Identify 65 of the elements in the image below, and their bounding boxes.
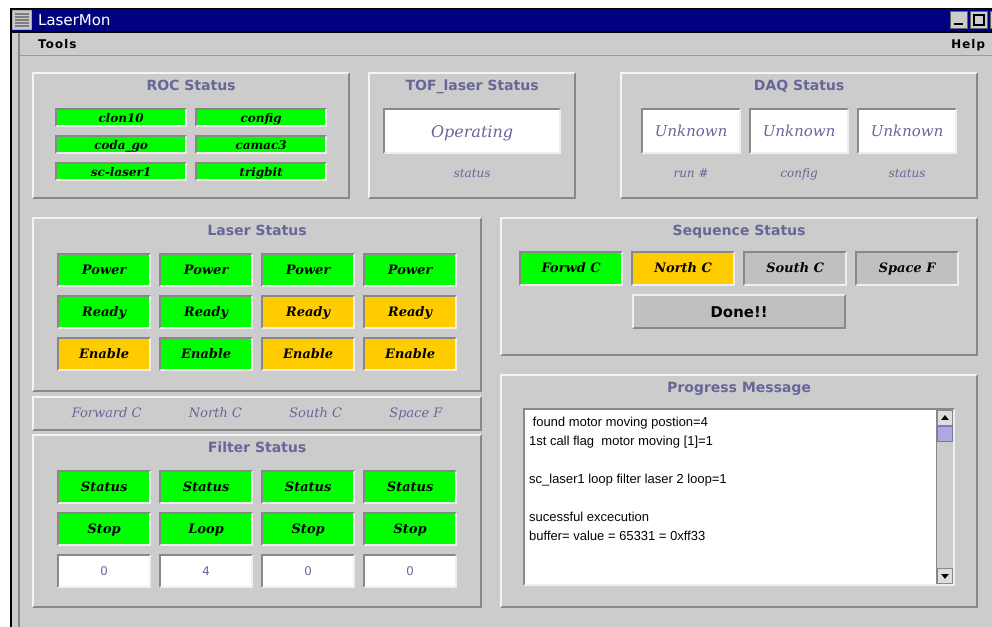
field-caption: run # xyxy=(672,166,710,180)
status-indicator: Power xyxy=(363,253,457,287)
status-value: Unknown xyxy=(641,108,741,154)
log-text: found motor moving postion=4 1st call flag motor moving [1]=1 sc_laser1 loop filter laser 2 loop=1 sucessful excecution buffer= value = 65331 = 0xff33 xyxy=(529,413,728,545)
panel-title: DAQ Status xyxy=(752,77,846,94)
panel-title: Sequence Status xyxy=(672,222,806,239)
status-indicator: clon10 xyxy=(55,108,187,127)
status-indicator: Ready xyxy=(57,295,151,329)
channel-label: South C xyxy=(289,406,342,421)
panel-title: ROC Status xyxy=(145,77,237,94)
status-value: Unknown xyxy=(749,108,849,154)
status-indicator: Enable xyxy=(363,337,457,371)
field-caption: config xyxy=(779,166,819,180)
status-indicator: trigbit xyxy=(195,162,327,181)
field-caption: status xyxy=(452,166,492,180)
count-field: 0 xyxy=(261,554,355,588)
channel-label: Space F xyxy=(389,406,442,421)
status-indicator: Status xyxy=(363,470,457,504)
status-value: Unknown xyxy=(857,108,957,154)
panel-title: Progress Message xyxy=(666,379,812,396)
window-menu-icon[interactable] xyxy=(12,10,32,30)
menu-item[interactable]: Tools xyxy=(38,37,78,51)
status-indicator: sc-laser1 xyxy=(55,162,187,181)
maximize-icon[interactable] xyxy=(970,11,988,29)
menu-item[interactable]: Help xyxy=(951,37,986,51)
status-indicator: Enable xyxy=(57,337,151,371)
status-indicator: Ready xyxy=(159,295,253,329)
field-caption: status xyxy=(888,166,926,180)
sequence-step: Forwd C xyxy=(519,251,623,286)
count-field: 0 xyxy=(57,554,151,588)
status-indicator: Ready xyxy=(363,295,457,329)
status-indicator: Status xyxy=(261,470,355,504)
status-indicator: Status xyxy=(57,470,151,504)
window-title: LaserMon xyxy=(38,11,112,29)
panel-title: Laser Status xyxy=(206,222,308,239)
minimize-icon[interactable] xyxy=(950,11,968,29)
scroll-up-icon[interactable] xyxy=(937,410,953,426)
done-button[interactable]: Done!! xyxy=(632,294,846,329)
panel-title: Filter Status xyxy=(206,439,308,456)
sequence-step: North C xyxy=(631,251,735,286)
status-indicator: camac3 xyxy=(195,135,327,154)
channel-label: North C xyxy=(188,406,242,421)
status-indicator: Enable xyxy=(159,337,253,371)
scrollbar[interactable] xyxy=(936,410,953,584)
status-value: Operating xyxy=(383,108,561,154)
status-indicator: Power xyxy=(261,253,355,287)
channel-label: Forward C xyxy=(72,406,142,421)
count-field: 0 xyxy=(363,554,457,588)
status-indicator: Power xyxy=(159,253,253,287)
status-indicator: Ready xyxy=(261,295,355,329)
scroll-thumb[interactable] xyxy=(937,426,953,442)
sequence-step: South C xyxy=(743,251,847,286)
status-indicator: coda_go xyxy=(55,135,187,154)
status-indicator: Loop xyxy=(159,512,253,546)
status-indicator: config xyxy=(195,108,327,127)
status-indicator: Power xyxy=(57,253,151,287)
sequence-step: Space F xyxy=(855,251,959,286)
scroll-down-icon[interactable] xyxy=(937,568,953,584)
status-indicator: Enable xyxy=(261,337,355,371)
status-indicator: Stop xyxy=(57,512,151,546)
status-indicator: Stop xyxy=(261,512,355,546)
status-indicator: Status xyxy=(159,470,253,504)
panel-title: TOF_laser Status xyxy=(404,77,540,94)
count-field: 4 xyxy=(159,554,253,588)
status-indicator: Stop xyxy=(363,512,457,546)
